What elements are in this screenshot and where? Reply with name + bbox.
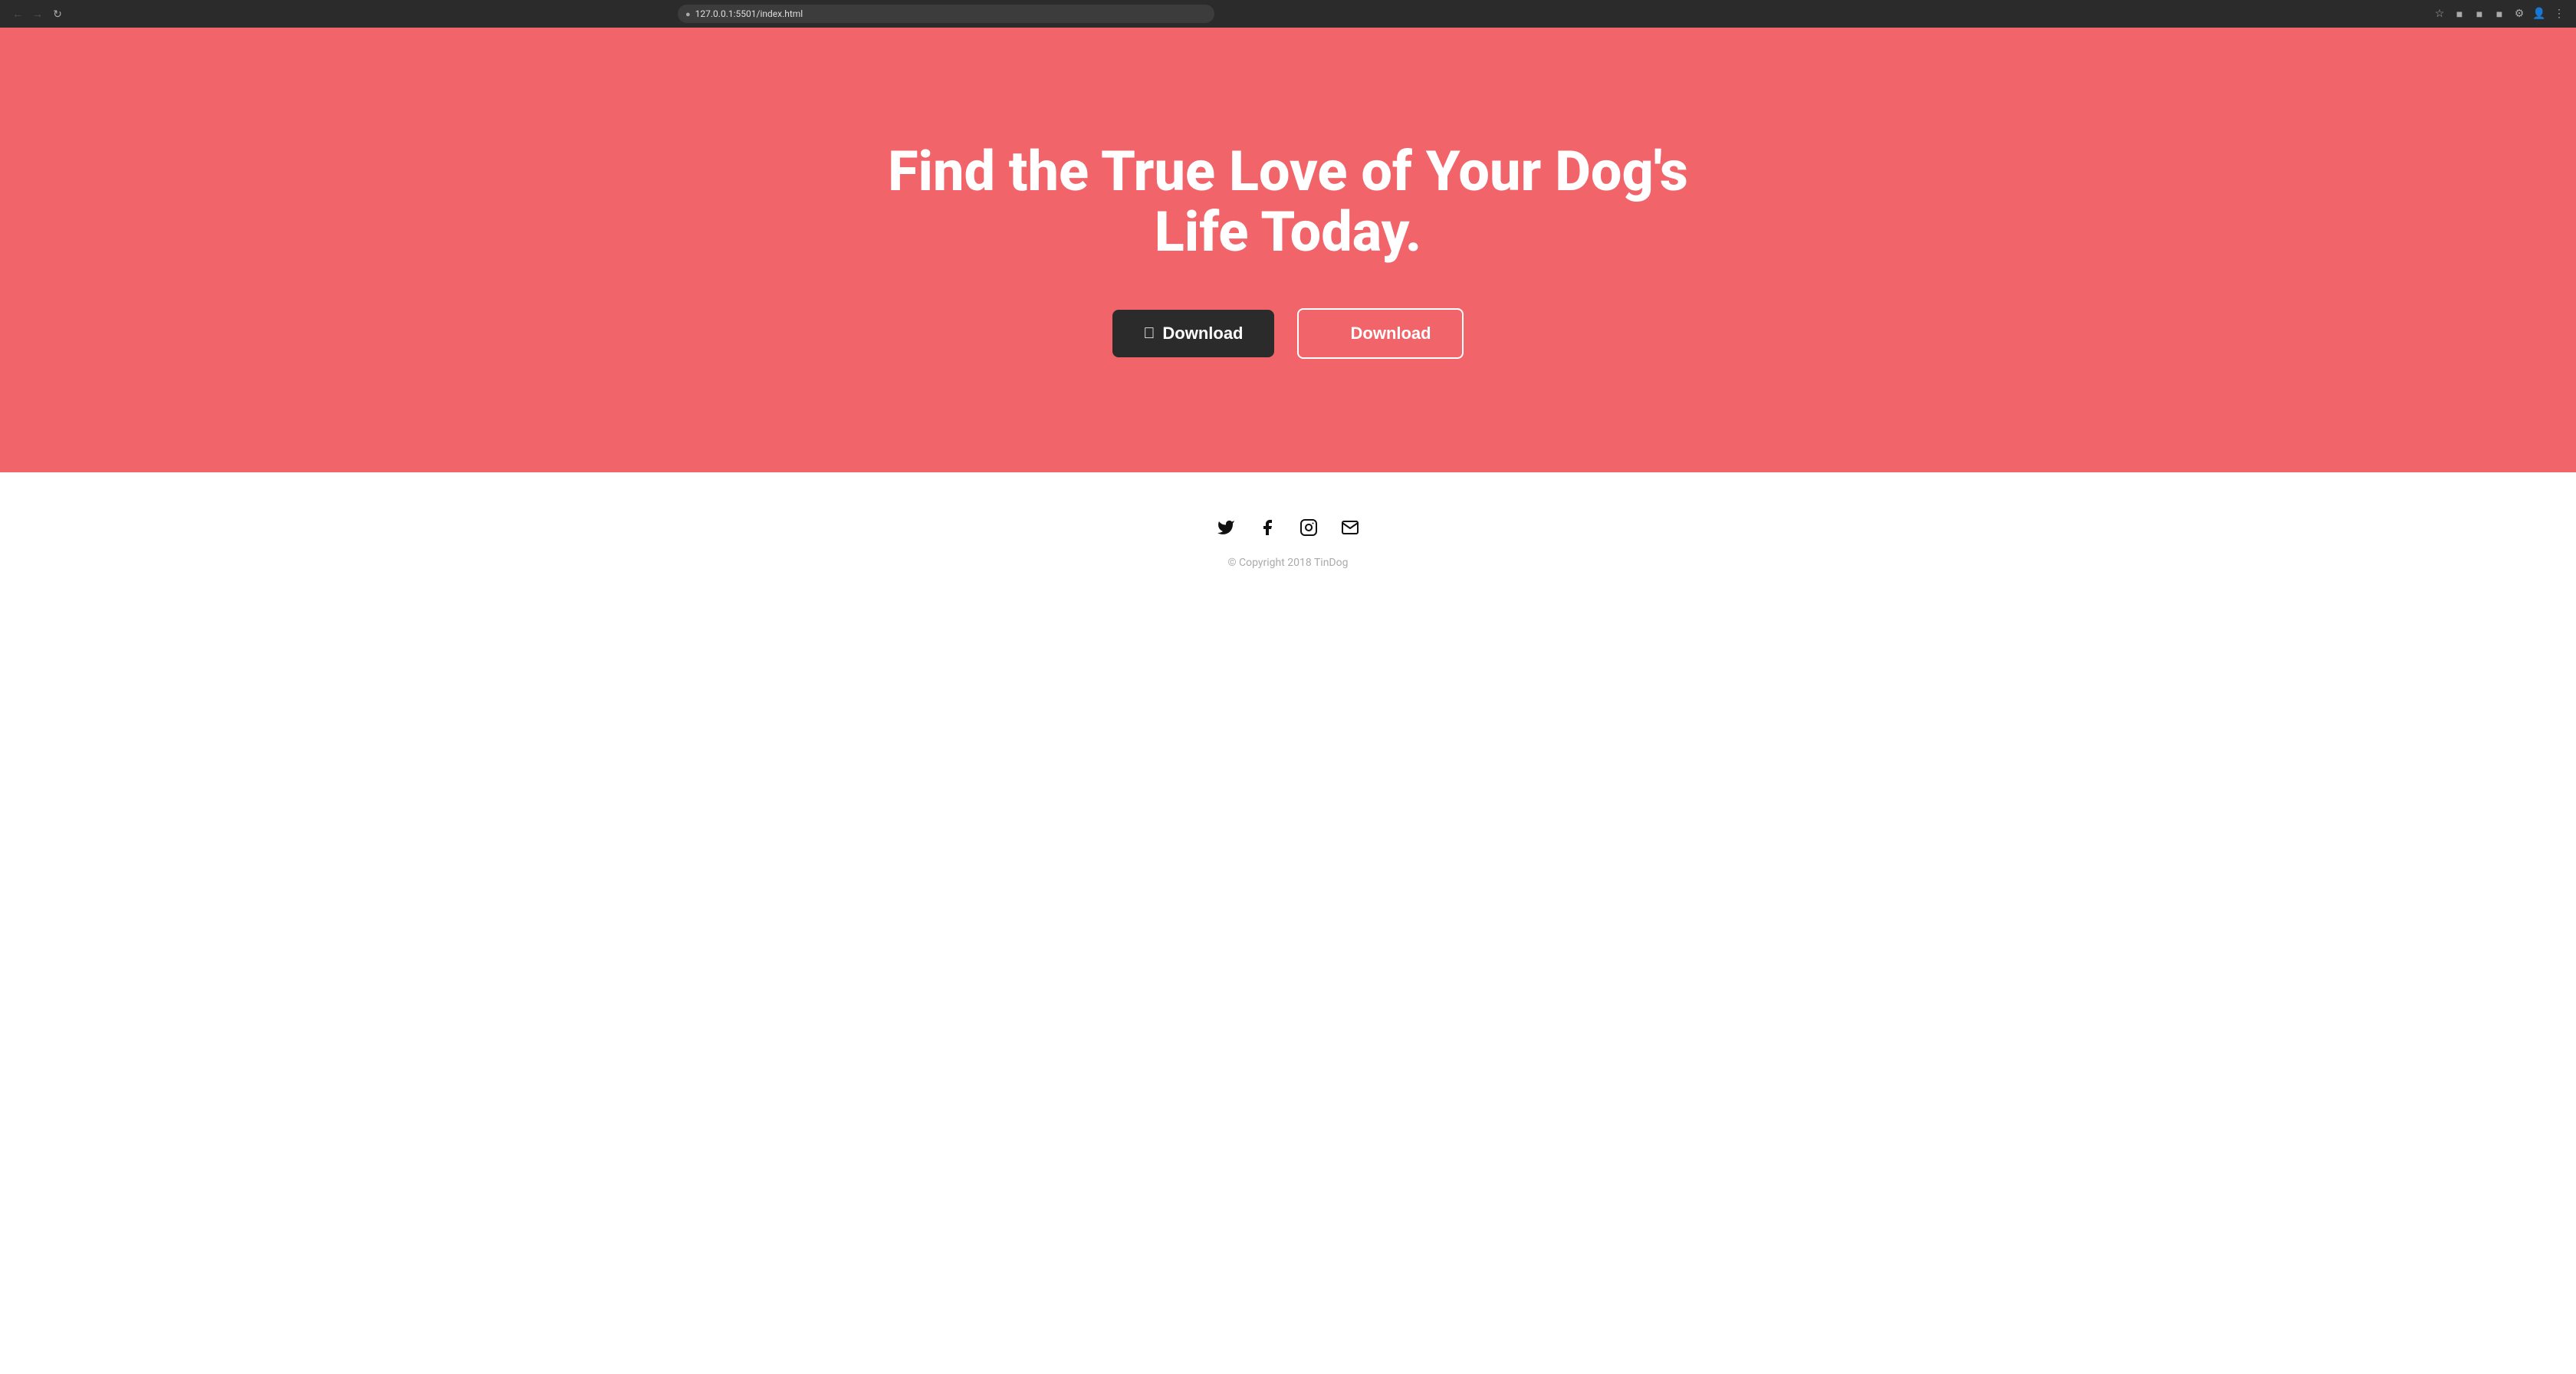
google-download-label: Download <box>1351 324 1431 344</box>
hero-title: Find the True Love of Your Dog's Life To… <box>866 141 1710 262</box>
forward-button[interactable]: → <box>29 5 46 22</box>
refresh-button[interactable]: ↻ <box>49 5 66 22</box>
download-buttons:  Download Download <box>1112 308 1463 359</box>
settings-icon[interactable]: ⚙ <box>2512 6 2527 21</box>
twitter-icon[interactable] <box>1217 518 1235 541</box>
hero-section: Find the True Love of Your Dog's Life To… <box>0 28 2576 472</box>
url-text: 127.0.0.1:5501/index.html <box>695 8 803 19</box>
instagram-icon[interactable] <box>1300 518 1318 541</box>
profile-icon[interactable]: 👤 <box>2532 6 2547 21</box>
extension-icon-3[interactable]: ■ <box>2492 6 2507 21</box>
browser-chrome: ← → ↻ ● 127.0.0.1:5501/index.html ☆ ■ ■ … <box>0 0 2576 28</box>
extension-icon-1[interactable]: ■ <box>2452 6 2467 21</box>
footer-section: © Copyright 2018 TinDog <box>0 472 2576 600</box>
apple-icon:  <box>1143 325 1155 343</box>
copyright-text: © Copyright 2018 TinDog <box>1228 557 1349 569</box>
lock-icon: ● <box>685 9 691 19</box>
extension-icon-2[interactable]: ■ <box>2472 6 2487 21</box>
address-bar[interactable]: ● 127.0.0.1:5501/index.html <box>678 5 1214 23</box>
browser-actions: ☆ ■ ■ ■ ⚙ 👤 ⋮ <box>2432 6 2567 21</box>
social-icons <box>1217 518 1359 541</box>
bookmark-icon[interactable]: ☆ <box>2432 6 2447 21</box>
email-icon[interactable] <box>1341 518 1359 541</box>
apple-download-button[interactable]:  Download <box>1112 310 1273 357</box>
back-button[interactable]: ← <box>9 5 26 22</box>
google-download-button[interactable]: Download <box>1297 308 1464 359</box>
apple-download-label: Download <box>1162 324 1243 344</box>
menu-icon[interactable]: ⋮ <box>2551 6 2567 21</box>
facebook-icon[interactable] <box>1258 518 1276 541</box>
browser-nav-buttons: ← → ↻ <box>9 5 66 22</box>
google-play-icon <box>1329 327 1343 340</box>
